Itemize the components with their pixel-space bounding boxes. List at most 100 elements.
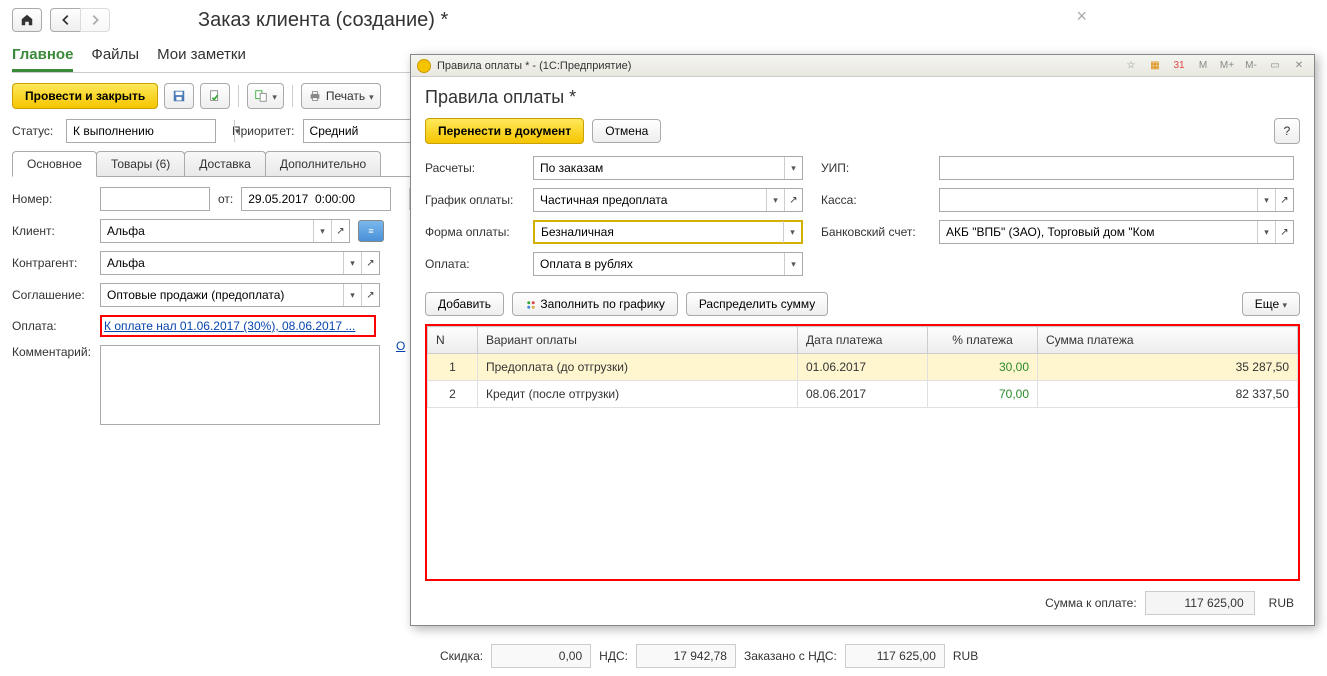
client-input[interactable] — [101, 220, 313, 242]
tab-notes[interactable]: Мои заметки — [157, 40, 246, 72]
priority-label: Приоритет: — [232, 124, 295, 138]
payform-label: Форма оплаты: — [425, 225, 525, 239]
tab-goods[interactable]: Товары (6) — [96, 151, 185, 176]
open-icon[interactable]: ↗ — [331, 220, 349, 242]
tab-delivery[interactable]: Доставка — [184, 151, 266, 176]
m-icon[interactable]: M — [1194, 58, 1212, 74]
close-button[interactable]: ✕ — [1290, 58, 1308, 74]
open-icon[interactable]: ↗ — [361, 252, 379, 274]
date-field[interactable] — [241, 187, 391, 211]
save-button[interactable] — [164, 83, 194, 109]
priority-select[interactable] — [303, 119, 413, 143]
contragent-label: Контрагент: — [12, 256, 92, 270]
open-icon[interactable]: ↗ — [1275, 221, 1293, 243]
contragent-select[interactable]: ↗ — [100, 251, 380, 275]
ordered-label: Заказано с НДС: — [744, 649, 837, 663]
th-date[interactable]: Дата платежа — [798, 327, 928, 354]
chevron-down-icon[interactable] — [343, 284, 361, 306]
th-variant[interactable]: Вариант оплаты — [478, 327, 798, 354]
submit-close-button[interactable]: Провести и закрыть — [12, 83, 158, 109]
open-icon[interactable]: ↗ — [1275, 189, 1293, 211]
page-title: Заказ клиента (создание) * — [198, 9, 448, 32]
payform-input[interactable] — [535, 221, 783, 243]
help-button[interactable]: ? — [1274, 118, 1300, 144]
more-label: Еще — [1255, 297, 1279, 311]
app-logo-icon — [417, 59, 431, 73]
payment-table[interactable]: N Вариант оплаты Дата платежа % платежа … — [427, 326, 1298, 408]
th-pct[interactable]: % платежа — [928, 327, 1038, 354]
chevron-down-icon[interactable] — [1257, 189, 1275, 211]
agreement-select[interactable]: ↗ — [100, 283, 380, 307]
cancel-button[interactable]: Отмена — [592, 119, 661, 143]
o-link[interactable]: О — [396, 339, 405, 353]
th-n[interactable]: N — [428, 327, 478, 354]
open-icon[interactable]: ↗ — [361, 284, 379, 306]
home-button[interactable] — [12, 8, 42, 32]
th-amt[interactable]: Сумма платежа — [1038, 327, 1298, 354]
back-button[interactable] — [50, 8, 80, 32]
uip-input[interactable] — [940, 157, 1293, 179]
bank-select[interactable]: ↗ — [939, 220, 1294, 244]
chevron-down-icon[interactable] — [784, 157, 802, 179]
calc-select[interactable] — [533, 156, 803, 180]
calendar-tb-icon[interactable]: 31 — [1170, 58, 1188, 74]
uip-field[interactable] — [939, 156, 1294, 180]
agreement-input[interactable] — [101, 284, 343, 306]
doc-link-icon — [254, 89, 268, 103]
calc-input[interactable] — [534, 157, 784, 179]
schedule-input[interactable] — [534, 189, 766, 211]
m-plus-icon[interactable]: M+ — [1218, 58, 1236, 74]
client-select[interactable]: ↗ — [100, 219, 350, 243]
create-based-on-button[interactable] — [247, 83, 284, 109]
contragent-input[interactable] — [101, 252, 343, 274]
tab-main[interactable]: Главное — [12, 40, 73, 72]
print-button[interactable]: Печать — [301, 83, 381, 109]
m-minus-icon[interactable]: M- — [1242, 58, 1260, 74]
chevron-down-icon[interactable] — [784, 253, 802, 275]
chevron-down-icon[interactable] — [343, 252, 361, 274]
number-field[interactable] — [100, 187, 210, 211]
bank-input[interactable] — [940, 221, 1257, 243]
payment-link[interactable]: К оплате нал 01.06.2017 (30%), 08.06.201… — [104, 319, 355, 333]
chevron-down-icon[interactable] — [766, 189, 784, 211]
tab-files[interactable]: Файлы — [91, 40, 139, 72]
tab-additional[interactable]: Дополнительно — [265, 151, 381, 176]
pay-input[interactable] — [534, 253, 784, 275]
tab-basic[interactable]: Основное — [12, 151, 97, 177]
payment-table-wrap: N Вариант оплаты Дата платежа % платежа … — [425, 324, 1300, 581]
ordered-value: 117 625,00 — [845, 644, 945, 668]
chevron-down-icon — [272, 89, 277, 103]
chevron-down-icon[interactable] — [1257, 221, 1275, 243]
currency-label: RUB — [953, 649, 978, 663]
conduct-button[interactable] — [200, 83, 230, 109]
date-input[interactable] — [242, 188, 409, 210]
kassa-input[interactable] — [940, 189, 1257, 211]
chevron-down-icon[interactable] — [313, 220, 331, 242]
status-input[interactable] — [67, 120, 234, 142]
client-card-icon[interactable]: ≡ — [358, 220, 384, 242]
payform-select[interactable] — [533, 220, 803, 244]
calc-icon[interactable]: ▦ — [1146, 58, 1164, 74]
comment-label: Комментарий: — [12, 345, 92, 359]
client-label: Клиент: — [12, 224, 92, 238]
open-icon[interactable]: ↗ — [784, 189, 802, 211]
status-select[interactable] — [66, 119, 216, 143]
distribute-button[interactable]: Распределить сумму — [686, 292, 828, 316]
chevron-down-icon[interactable] — [783, 221, 801, 243]
chevron-down-icon[interactable] — [234, 120, 240, 142]
pay-select[interactable] — [533, 252, 803, 276]
fill-button[interactable]: Заполнить по графику — [512, 292, 678, 316]
favorite-icon[interactable]: ☆ — [1122, 58, 1140, 74]
table-row[interactable]: 1 Предоплата (до отгрузки) 01.06.2017 30… — [428, 354, 1298, 381]
minimize-icon[interactable]: ▭ — [1266, 58, 1284, 74]
close-icon[interactable]: × — [1076, 6, 1087, 27]
schedule-select[interactable]: ↗ — [533, 188, 803, 212]
cell-n: 2 — [428, 381, 478, 408]
comment-textarea[interactable] — [100, 345, 380, 425]
transfer-button[interactable]: Перенести в документ — [425, 118, 584, 144]
forward-button[interactable] — [80, 8, 110, 32]
add-button[interactable]: Добавить — [425, 292, 504, 316]
more-button[interactable]: Еще — [1242, 292, 1300, 316]
kassa-select[interactable]: ↗ — [939, 188, 1294, 212]
table-row[interactable]: 2 Кредит (после отгрузки) 08.06.2017 70,… — [428, 381, 1298, 408]
